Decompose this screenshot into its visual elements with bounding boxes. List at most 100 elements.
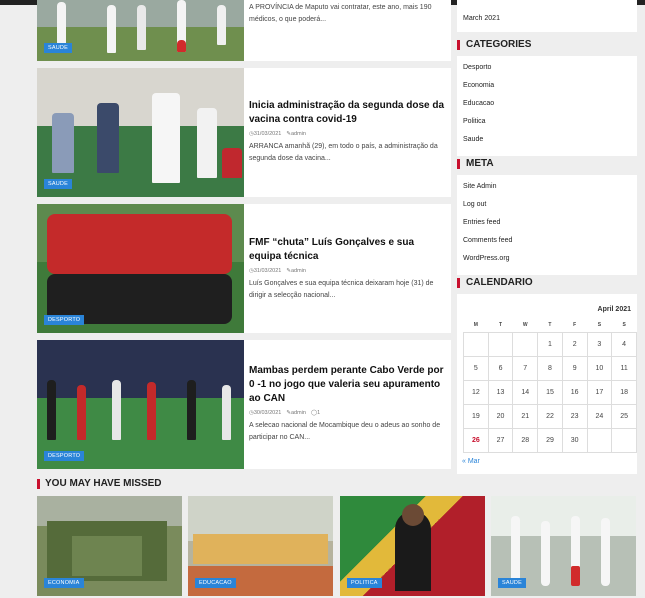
calendar-week: 12 13 14 15 16 17 18	[463, 380, 637, 405]
missed-card[interactable]: SAUDE	[491, 496, 636, 596]
post-meta: ◷31/03/2021 ✎admin	[249, 268, 445, 274]
calendar-empty-cell	[463, 332, 489, 357]
missed-card[interactable]: POLITICA	[340, 496, 485, 596]
post-thumbnail[interactable]: DESPORTO	[37, 204, 244, 333]
calendar-day: 25	[611, 404, 637, 429]
calendar-day: 11	[611, 356, 637, 381]
calendar-empty-cell	[487, 332, 514, 357]
missed-card[interactable]: EDUCACAO	[188, 496, 333, 596]
calendar-day: 28	[512, 428, 539, 453]
calendar-day: 13	[487, 380, 514, 405]
archive-link[interactable]: March 2021	[463, 15, 500, 22]
category-link[interactable]: Economia	[463, 77, 637, 95]
category-link[interactable]: Politica	[463, 113, 637, 131]
meta-link[interactable]: Log out	[463, 196, 637, 214]
category-badge[interactable]: DESPORTO	[44, 315, 85, 325]
post-author[interactable]: ✎admin	[286, 268, 306, 274]
calendar-week: 1234	[463, 332, 637, 357]
category-badge[interactable]: ECONOMIA	[44, 578, 84, 588]
category-badge[interactable]: EDUCACAO	[195, 578, 236, 588]
calendar-day: 15	[537, 380, 563, 405]
calendar-day: 5	[463, 356, 489, 381]
calendar-day: 10	[586, 356, 613, 381]
weekday-header: S	[622, 322, 626, 328]
post-meta: ◷31/03/2021 ✎admin	[249, 131, 445, 137]
post-card[interactable]: SAUDE A PROVÍNCIA de Maputo vai contrata…	[37, 0, 451, 61]
calendar-day: 9	[561, 356, 588, 381]
category-badge[interactable]: SAUDE	[44, 43, 72, 53]
missed-card[interactable]: ECONOMIA	[37, 496, 182, 596]
calendar-day: 23	[561, 404, 588, 429]
calendar-day: 19	[463, 404, 489, 429]
archives-widget: March 2021	[457, 0, 637, 32]
post-excerpt: Luís Gonçalves e sua equipa técnica deix…	[249, 280, 434, 299]
post-thumbnail[interactable]: SAUDE	[37, 0, 244, 61]
post-date[interactable]: ◷30/03/2021	[249, 410, 281, 416]
meta-link[interactable]: Site Admin	[463, 178, 637, 196]
weekday-header: M	[473, 322, 478, 328]
calendar-day: 24	[586, 404, 613, 429]
calendar-day: 4	[611, 332, 637, 357]
post-title[interactable]: Mambas perdem perante Cabo Verde por 0 -…	[249, 364, 445, 406]
calendar-day: 21	[512, 404, 539, 429]
calendar-table: MTWTFSS 1 2 3 4 5 6 7 8 9 10 11 12 13 14 15 16 17 18 19 20 2…	[463, 318, 637, 453]
categories-list: Desporto Economia Educacao Politica Saud…	[457, 59, 637, 149]
calendar-widget: April 2021 MTWTFSS 1 2 3 4 5 6 7 8 9 10 11 12 13 14 15…	[457, 294, 637, 474]
calendar-day: 1	[537, 332, 563, 357]
post-date[interactable]: ◷31/03/2021	[249, 131, 281, 137]
calendar-day: 8	[537, 356, 563, 381]
calendar-day: 29	[537, 428, 563, 453]
category-badge[interactable]: DESPORTO	[44, 451, 85, 461]
post-author[interactable]: ✎admin	[286, 131, 306, 137]
weekday-header: W	[522, 322, 528, 328]
calendar-day: 27	[487, 428, 514, 453]
meta-link[interactable]: WordPress.org	[463, 250, 637, 268]
calendar-week: 26 27 28 29 30	[463, 428, 637, 453]
calendar-day: 7	[512, 356, 539, 381]
calendar-week: 19 20 21 22 23 24 25	[463, 404, 637, 429]
meta-link[interactable]: Entries feed	[463, 214, 637, 232]
post-thumbnail[interactable]: DESPORTO	[37, 340, 244, 469]
meta-title: META	[457, 159, 494, 169]
calendar-caption: April 2021	[597, 306, 631, 313]
post-card[interactable]: SAUDE Inicia administração da segunda do…	[37, 68, 451, 197]
category-badge[interactable]: SAUDE	[44, 179, 72, 189]
post-meta: ◷30/03/2021 ✎admin ◯1	[249, 410, 445, 416]
calendar-title: CALENDARIO	[457, 278, 533, 288]
calendar-day: 3	[586, 332, 613, 357]
post-excerpt: ARRANCA amanhã (29), em todo o país, a a…	[249, 143, 438, 162]
post-thumbnail[interactable]: SAUDE	[37, 68, 244, 197]
calendar-day: 17	[586, 380, 613, 405]
calendar-day: 16	[561, 380, 588, 405]
meta-widget: Site Admin Log out Entries feed Comments…	[457, 175, 637, 275]
meta-link[interactable]: Comments feed	[463, 232, 637, 250]
post-card[interactable]: DESPORTO Mambas perdem perante Cabo Verd…	[37, 340, 451, 469]
weekday-header: T	[548, 322, 552, 328]
categories-widget: Desporto Economia Educacao Politica Saud…	[457, 56, 637, 156]
calendar-day: 22	[537, 404, 563, 429]
post-comments[interactable]: ◯1	[311, 410, 320, 416]
post-excerpt: A PROVÍNCIA de Maputo vai contratar, est…	[249, 4, 432, 23]
post-date[interactable]: ◷31/03/2021	[249, 268, 281, 274]
category-link[interactable]: Saude	[463, 131, 637, 149]
calendar-day: 20	[487, 404, 514, 429]
meta-list: Site Admin Log out Entries feed Comments…	[457, 178, 637, 268]
weekday-header: S	[597, 322, 602, 328]
calendar-day: 26	[463, 428, 489, 453]
calendar-day: 18	[611, 380, 637, 405]
post-title[interactable]: FMF “chuta” Luís Gonçalves e sua equipa …	[249, 236, 445, 264]
categories-title: CATEGORIES	[457, 40, 531, 50]
category-link[interactable]: Educacao	[463, 95, 637, 113]
weekday-header: F	[573, 322, 577, 328]
calendar-empty-cell	[611, 428, 637, 453]
calendar-empty-cell	[512, 332, 539, 357]
category-link[interactable]: Desporto	[463, 59, 637, 77]
calendar-day: 6	[487, 356, 514, 381]
category-badge[interactable]: SAUDE	[498, 578, 526, 588]
post-card[interactable]: DESPORTO FMF “chuta” Luís Gonçalves e su…	[37, 204, 451, 333]
category-badge[interactable]: POLITICA	[347, 578, 382, 588]
post-title[interactable]: Inicia administração da segunda dose da …	[249, 99, 445, 127]
post-author[interactable]: ✎admin	[286, 410, 306, 416]
calendar-prev-link[interactable]: « Mar	[462, 458, 480, 465]
weekday-header: T	[499, 322, 503, 328]
